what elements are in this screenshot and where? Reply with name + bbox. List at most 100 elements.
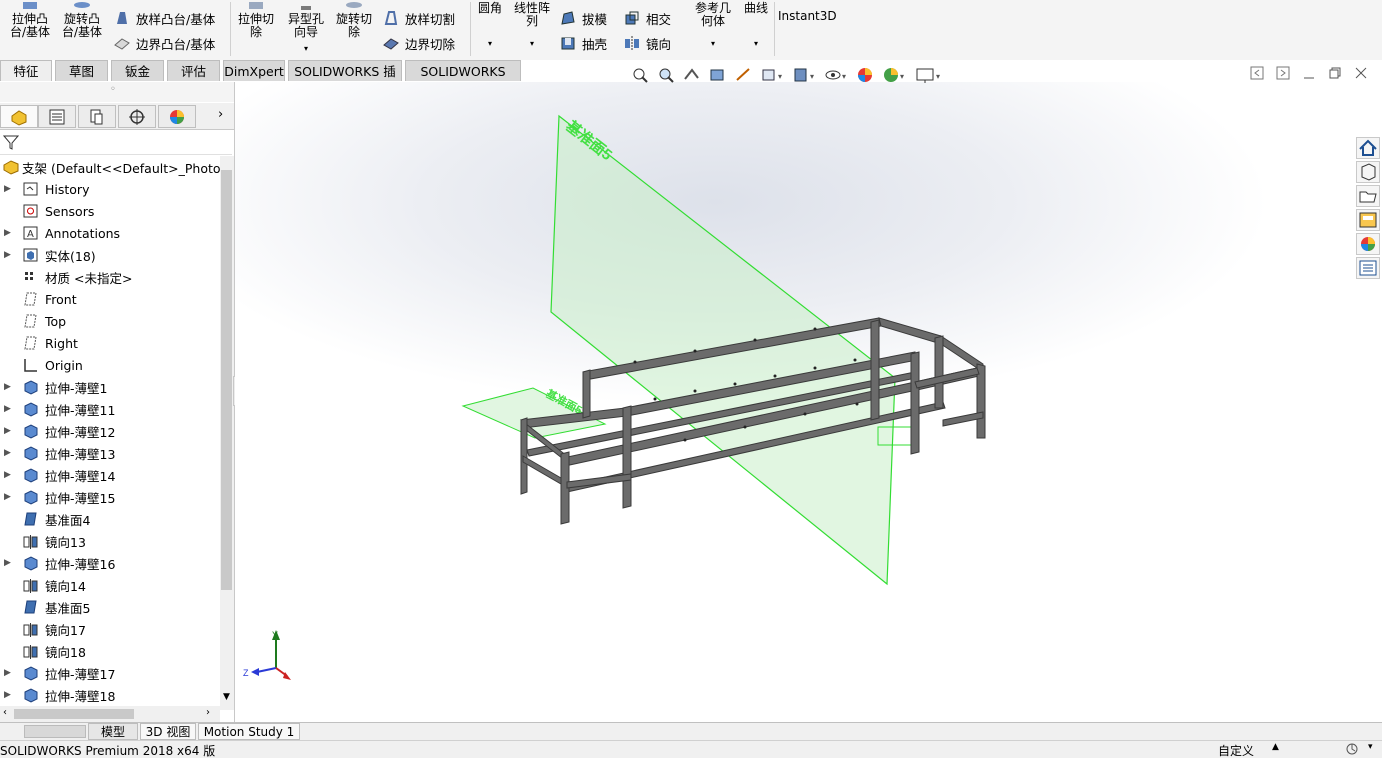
linear-pattern-button[interactable]: 线性阵列 ▾ bbox=[510, 2, 554, 50]
shell-button[interactable]: 抽壳 bbox=[560, 33, 607, 53]
close-icon[interactable] bbox=[1354, 66, 1368, 80]
tab-sketch[interactable]: 草图 bbox=[55, 60, 108, 81]
expand-arrow-icon[interactable]: ▶ bbox=[4, 426, 12, 436]
feature-manager-tab[interactable] bbox=[0, 105, 38, 128]
tab-3d-views[interactable]: 3D 视图 bbox=[140, 723, 196, 740]
tree-vertical-scrollbar-thumb[interactable] bbox=[221, 170, 232, 590]
loft-cut-button[interactable]: 放样切割 bbox=[383, 8, 455, 28]
expand-arrow-icon[interactable]: ▶ bbox=[4, 404, 12, 414]
expand-arrow-icon[interactable]: ▶ bbox=[4, 228, 12, 238]
expand-arrow-icon[interactable]: ▶ bbox=[4, 690, 12, 700]
tree-item[interactable]: 镜向13 bbox=[0, 530, 220, 552]
tab-scroll-buttons[interactable] bbox=[24, 725, 86, 738]
expand-arrow-icon[interactable]: ▶ bbox=[4, 250, 12, 260]
zoom-to-area-icon[interactable] bbox=[656, 66, 676, 84]
expand-arrow-icon[interactable]: ▶ bbox=[4, 558, 12, 568]
mirror-button[interactable]: 镜向 bbox=[624, 33, 671, 53]
revolve-boss-button[interactable]: 旋转凸台/基体 bbox=[58, 0, 106, 39]
collapse-left-icon[interactable] bbox=[1250, 66, 1264, 80]
filter-icon[interactable] bbox=[3, 134, 19, 150]
minimize-icon[interactable] bbox=[1302, 66, 1316, 80]
expand-arrow-icon[interactable]: ▶ bbox=[4, 470, 12, 480]
tree-item[interactable]: ▶ 拉伸-薄壁17 bbox=[0, 662, 220, 684]
tab-features[interactable]: 特征 bbox=[0, 60, 52, 81]
expand-arrow-icon[interactable]: ▶ bbox=[4, 382, 12, 392]
tree-item[interactable]: Top bbox=[0, 310, 220, 332]
zoom-to-fit-icon[interactable] bbox=[630, 66, 650, 84]
tree-item[interactable]: 镜向18 bbox=[0, 640, 220, 662]
expand-arrow-icon[interactable]: ▶ bbox=[4, 448, 12, 458]
restore-icon[interactable] bbox=[1328, 66, 1342, 80]
view-settings-icon[interactable]: ▾ bbox=[914, 66, 944, 84]
home-task-pane-tab[interactable] bbox=[1356, 137, 1380, 159]
tree-item[interactable]: 材质 <未指定> bbox=[0, 266, 220, 288]
design-library-tab[interactable] bbox=[1356, 161, 1380, 183]
tree-item[interactable]: ▶ History bbox=[0, 178, 220, 200]
units-dropdown-icon[interactable]: ▲ bbox=[1272, 742, 1279, 752]
tree-item[interactable]: Origin bbox=[0, 354, 220, 376]
section-view-icon[interactable] bbox=[708, 66, 728, 84]
hole-wizard-dropdown-icon[interactable]: ▾ bbox=[282, 42, 330, 55]
extrude-cut-button[interactable]: 拉伸切除 bbox=[234, 0, 278, 39]
tree-scroll-down-icon[interactable]: ▼ bbox=[223, 692, 230, 702]
apply-scene-icon[interactable]: ▾ bbox=[882, 66, 908, 84]
tree-item[interactable]: ▶ 拉伸-薄壁16 bbox=[0, 552, 220, 574]
view-palette-tab[interactable] bbox=[1356, 209, 1380, 231]
expand-arrow-icon[interactable]: ▶ bbox=[4, 668, 12, 678]
extrude-boss-button[interactable]: 拉伸凸台/基体 bbox=[6, 0, 54, 39]
boundary-boss-button[interactable]: 边界凸台/基体 bbox=[114, 33, 215, 53]
tree-item[interactable]: Sensors bbox=[0, 200, 220, 222]
tab-motion-study[interactable]: Motion Study 1 bbox=[198, 723, 300, 740]
tree-item[interactable]: ▶ 拉伸-薄壁13 bbox=[0, 442, 220, 464]
tab-dimxpert[interactable]: DimXpert bbox=[223, 60, 285, 81]
panel-grip-icon[interactable]: ◦ bbox=[110, 84, 116, 95]
reference-geometry-button[interactable]: 参考几何体 ▾ bbox=[690, 0, 736, 50]
configuration-manager-tab[interactable] bbox=[78, 105, 116, 128]
tab-model[interactable]: 模型 bbox=[88, 723, 138, 740]
fillet-button[interactable]: 圆角 ▾ bbox=[474, 2, 506, 50]
previous-view-icon[interactable] bbox=[682, 66, 702, 84]
display-manager-tab[interactable] bbox=[158, 105, 196, 128]
tree-item[interactable]: 镜向14 bbox=[0, 574, 220, 596]
instant3d-button[interactable]: Instant3D bbox=[778, 10, 837, 23]
hide-show-items-icon[interactable]: ▾ bbox=[824, 66, 850, 84]
tree-item[interactable]: ▶ 拉伸-薄壁15 bbox=[0, 486, 220, 508]
rebuild-status-icon[interactable] bbox=[1344, 742, 1360, 756]
fillet-dropdown-icon[interactable]: ▾ bbox=[474, 37, 506, 50]
curves-dropdown-icon[interactable]: ▾ bbox=[740, 37, 772, 50]
revolve-cut-button[interactable]: 旋转切除 bbox=[332, 0, 376, 39]
linear-pattern-dropdown-icon[interactable]: ▾ bbox=[510, 37, 554, 50]
file-explorer-tab[interactable] bbox=[1356, 185, 1380, 207]
custom-properties-tab[interactable] bbox=[1356, 257, 1380, 279]
status-dropdown-icon[interactable]: ▾ bbox=[1368, 742, 1373, 752]
tree-scroll-right-icon[interactable]: › bbox=[206, 707, 210, 718]
property-manager-tab[interactable] bbox=[38, 105, 76, 128]
tree-item[interactable]: Right bbox=[0, 332, 220, 354]
tree-item[interactable]: 基准面4 bbox=[0, 508, 220, 530]
tree-horizontal-scrollbar-thumb[interactable] bbox=[14, 709, 134, 719]
loft-boss-button[interactable]: 放样凸台/基体 bbox=[114, 8, 215, 28]
tab-solidworks-addins[interactable]: SOLIDWORKS 插件 bbox=[288, 60, 402, 100]
dimxpert-manager-tab[interactable] bbox=[118, 105, 156, 128]
appearances-tab[interactable] bbox=[1356, 233, 1380, 255]
tree-item[interactable]: ▶ 拉伸-薄壁14 bbox=[0, 464, 220, 486]
expand-arrow-icon[interactable]: ▶ bbox=[4, 184, 12, 194]
tree-item[interactable]: 镜向17 bbox=[0, 618, 220, 640]
tree-item[interactable]: ▶ 拉伸-薄壁1 bbox=[0, 376, 220, 398]
tab-solidworks-mbd[interactable]: SOLIDWORKS MBD bbox=[405, 60, 521, 100]
boundary-cut-button[interactable]: 边界切除 bbox=[383, 33, 455, 53]
panel-tabs-scroll-right-icon[interactable]: › bbox=[218, 107, 223, 122]
tree-root[interactable]: 支架 (Default<<Default>_PhotoW ▲ bbox=[0, 156, 233, 178]
tree-item[interactable]: 基准面5 bbox=[0, 596, 220, 618]
tree-item[interactable]: ▶ A Annotations bbox=[0, 222, 220, 244]
intersect-button[interactable]: 相交 bbox=[624, 8, 671, 28]
curves-button[interactable]: 曲线 ▾ bbox=[740, 2, 772, 50]
units-selector[interactable]: 自定义 bbox=[1218, 742, 1254, 759]
edit-appearance-icon[interactable] bbox=[856, 66, 876, 84]
tree-item[interactable]: ▶ 拉伸-薄壁12 bbox=[0, 420, 220, 442]
dynamic-annotation-icon[interactable] bbox=[734, 66, 754, 84]
tab-evaluate[interactable]: 评估 bbox=[167, 60, 220, 81]
view-orientation-icon[interactable]: ▾ bbox=[760, 66, 786, 84]
tree-item[interactable]: ▶ 拉伸-薄壁18 bbox=[0, 684, 220, 706]
display-style-icon[interactable]: ▾ bbox=[792, 66, 818, 84]
